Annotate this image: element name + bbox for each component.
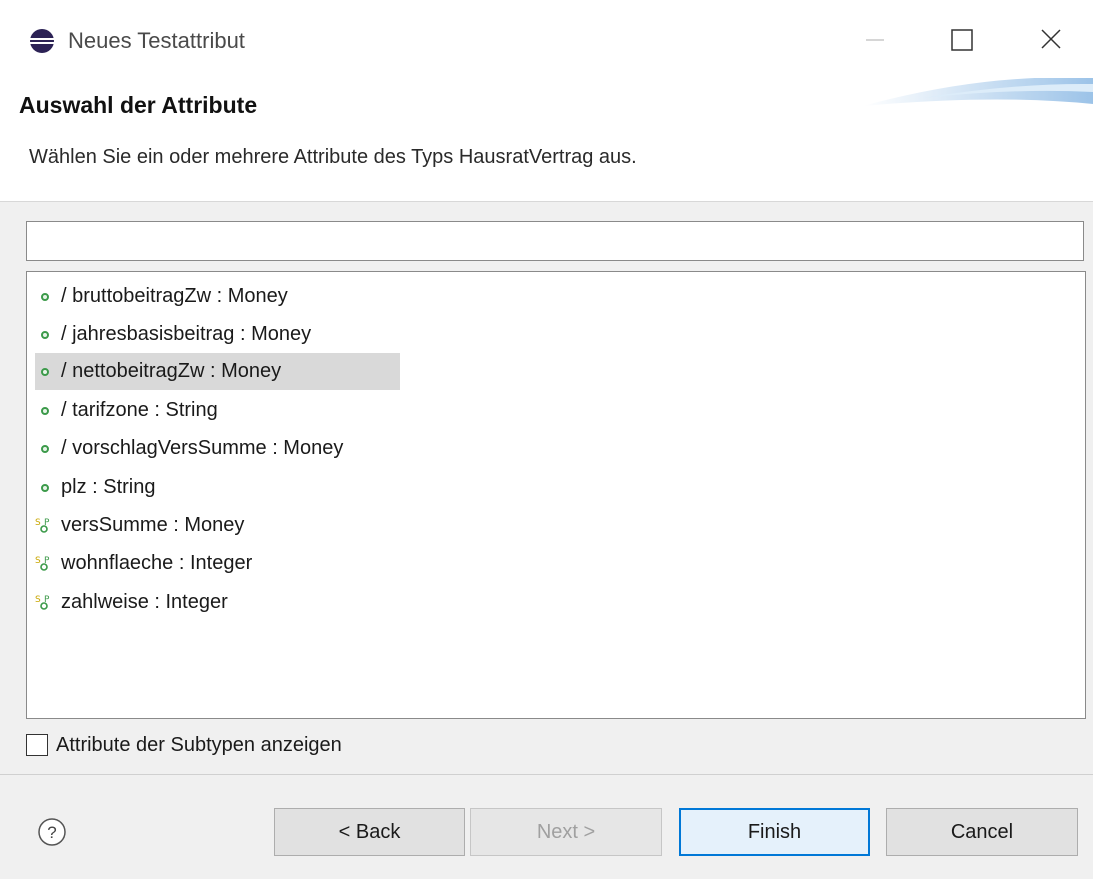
list-item-selected[interactable]: / nettobeitragZw : Money: [35, 353, 400, 390]
svg-text:S: S: [35, 595, 41, 605]
list-item-label: / nettobeitragZw : Money: [61, 360, 282, 382]
page-description: Wählen Sie ein oder mehrere Attribute de…: [29, 146, 637, 168]
list-item[interactable]: S P versSumme : Money: [35, 507, 400, 544]
changeable-attribute-icon: S P: [35, 595, 50, 610]
help-label: ?: [47, 823, 56, 842]
filter-input[interactable]: [26, 221, 1084, 261]
close-icon: [1041, 29, 1061, 49]
derived-attribute-icon: [41, 406, 49, 415]
footer-divider: [0, 774, 1093, 775]
next-button[interactable]: Next >: [470, 808, 662, 856]
help-icon[interactable]: ?: [37, 817, 67, 847]
list-item-label: zahlweise : Integer: [61, 591, 228, 613]
list-item[interactable]: / jahresbasisbeitrag : Money: [35, 316, 400, 353]
maximize-icon: [951, 29, 973, 51]
dialog-window: Neues Testattribut Auswahl der Attribute…: [0, 0, 1093, 879]
derived-attribute-icon: [41, 483, 49, 492]
list-item-label: / tarifzone : String: [61, 399, 218, 421]
list-item[interactable]: / vorschlagVersSumme : Money: [35, 430, 400, 467]
minimize-button[interactable]: [848, 16, 904, 64]
back-button[interactable]: < Back: [274, 808, 465, 856]
eclipse-app-icon: [30, 29, 54, 53]
derived-attribute-icon: [41, 330, 49, 339]
derived-attribute-icon: [41, 292, 49, 301]
finish-button[interactable]: Finish: [679, 808, 870, 856]
list-item-label: / bruttobeitragZw : Money: [61, 285, 288, 307]
derived-attribute-icon: [41, 367, 49, 376]
header-banner: Auswahl der Attribute Wählen Sie ein ode…: [0, 78, 1093, 202]
close-button[interactable]: [1022, 16, 1078, 64]
attribute-list[interactable]: / bruttobeitragZw : Money / jahresbasisb…: [26, 271, 1086, 719]
derived-attribute-icon: [41, 444, 49, 453]
cancel-button[interactable]: Cancel: [886, 808, 1078, 856]
maximize-button[interactable]: [935, 16, 991, 64]
list-item[interactable]: S P wohnflaeche : Integer: [35, 545, 400, 582]
list-item-label: / jahresbasisbeitrag : Money: [61, 323, 312, 345]
svg-text:S: S: [35, 556, 41, 566]
list-item[interactable]: S P zahlweise : Integer: [35, 584, 400, 621]
banner-decoration: [863, 78, 1093, 106]
list-item-label: / vorschlagVersSumme : Money: [61, 437, 344, 459]
list-item-label: wohnflaeche : Integer: [61, 552, 253, 574]
show-subtypes-option[interactable]: Attribute der Subtypen anzeigen: [26, 732, 342, 758]
list-item[interactable]: / bruttobeitragZw : Money: [35, 278, 400, 315]
changeable-attribute-icon: S P: [35, 556, 50, 571]
list-item-label: versSumme : Money: [61, 514, 245, 536]
page-title: Auswahl der Attribute: [19, 92, 258, 118]
svg-text:S: S: [35, 518, 41, 528]
show-subtypes-checkbox[interactable]: [26, 734, 48, 756]
window-title: Neues Testattribut: [68, 28, 245, 53]
minimize-icon: [866, 39, 884, 41]
changeable-attribute-icon: S P: [35, 518, 50, 533]
list-item[interactable]: plz : String: [35, 469, 400, 506]
show-subtypes-label: Attribute der Subtypen anzeigen: [56, 733, 342, 756]
list-item[interactable]: / tarifzone : String: [35, 392, 400, 429]
title-bar: Neues Testattribut: [0, 0, 1093, 78]
list-item-label: plz : String: [61, 476, 156, 498]
